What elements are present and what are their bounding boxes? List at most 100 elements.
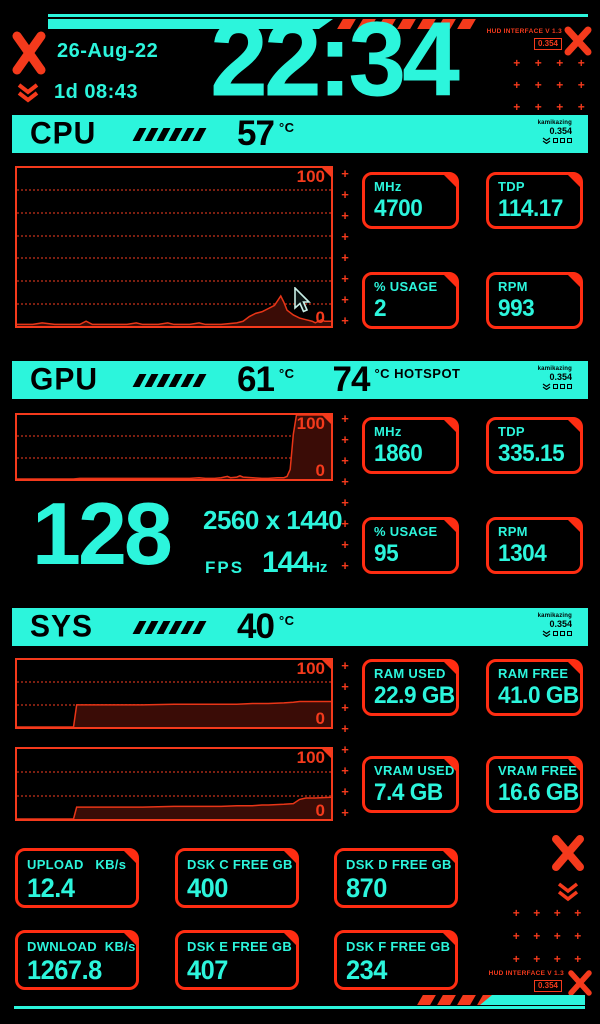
chevron-down-icon: [542, 383, 551, 390]
gpu-title: GPU: [30, 362, 108, 398]
y-axis-min: 0: [316, 711, 325, 727]
cpu-rpm-box: RPM 993: [486, 272, 583, 329]
stat-value: 16.6 GB: [498, 779, 575, 807]
x-icon: [12, 30, 46, 76]
x-icon: [564, 26, 592, 56]
micro-icons: [538, 630, 572, 637]
micro-version: 0.354: [538, 126, 572, 136]
square-icon: [567, 138, 572, 143]
plus-grid-decoration: ++++++++++++: [506, 58, 592, 112]
stat-value: 407: [187, 955, 289, 986]
micro-version-block: kamikazing 0.354: [538, 366, 572, 390]
corner-notch: [443, 519, 457, 533]
chevron-down-icon: [542, 630, 551, 637]
chevron-down-icon: [542, 137, 551, 144]
square-icon: [567, 384, 572, 389]
plus-column-decoration: ++++++++: [339, 168, 351, 327]
hud-version-badge: 0.354: [534, 980, 562, 992]
chevron-down-icon: [556, 881, 580, 903]
plus-grid-decoration: ++++++++++++: [506, 908, 588, 964]
sys-temperature: 40: [237, 607, 274, 647]
resolution-text: 2560 x 1440: [203, 505, 342, 536]
date-text: 26-Aug-22: [57, 40, 158, 63]
cpu-usage-box: % USAGE 2: [362, 272, 459, 329]
stripes-icon: [136, 621, 203, 634]
fps-value: 128: [32, 492, 170, 576]
ram-usage-graph: 100 0: [15, 658, 333, 729]
stat-label: DSK C FREE GB: [187, 857, 296, 872]
stat-label: DWNLOAD KB/s: [27, 939, 136, 954]
stat-value: 7.4 GB: [374, 779, 451, 807]
square-icon: [560, 138, 565, 143]
x-icon: [551, 834, 585, 872]
cpu-temperature: 57: [237, 114, 274, 154]
stat-value: 12.4: [27, 873, 129, 904]
stat-label: DSK E FREE GB: [187, 939, 296, 954]
ram-free-box: RAM FREE 41.0 GB: [486, 659, 583, 716]
fps-label: FPS: [205, 558, 244, 578]
corner-notch: [321, 659, 332, 670]
sys-title: SYS: [30, 609, 108, 645]
y-axis-min: 0: [316, 310, 325, 326]
corner-notch: [123, 850, 137, 864]
corner-notch: [443, 661, 457, 675]
hud-interface-label: HUD INTERFACE V 1.3: [489, 970, 564, 977]
micro-version: 0.354: [538, 372, 572, 382]
disk-d-box: DSK D FREE GB 870: [334, 848, 458, 908]
mouse-cursor: [293, 287, 313, 315]
vram-usage-graph: 100 0: [15, 747, 333, 821]
stripes-icon: [136, 128, 203, 141]
disk-c-box: DSK C FREE GB 400: [175, 848, 299, 908]
gpu-usage-graph: 100 0: [15, 413, 333, 481]
stat-label: DSK D FREE GB: [346, 857, 455, 872]
corner-notch: [123, 932, 137, 946]
cpu-usage-graph: 100 0: [15, 166, 333, 328]
gpu-section-header: GPU 61 °C 74 °C HOTSPOT kamikazing 0.354: [12, 361, 588, 399]
corner-notch: [442, 850, 456, 864]
micro-version-block: kamikazing 0.354: [538, 613, 572, 637]
stat-label: DSK F FREE GB: [346, 939, 455, 954]
gpu-temperature-unit: °C: [279, 366, 295, 381]
plus-column-decoration: ++++++++: [339, 660, 351, 819]
corner-notch: [321, 748, 332, 759]
corner-notch: [443, 758, 457, 772]
plus-column-decoration: ++++++++: [339, 413, 351, 572]
gpu-hotspot-temperature: 74: [333, 360, 370, 400]
stat-value: 1304: [498, 540, 575, 568]
corner-notch: [442, 932, 456, 946]
corner-notch: [283, 850, 297, 864]
cpu-title: CPU: [30, 116, 108, 152]
download-box: DWNLOAD KB/s 1267.8: [15, 930, 139, 990]
hud-interface-label: HUD INTERFACE V 1.3: [487, 28, 562, 35]
square-icon: [567, 631, 572, 636]
stat-value: 335.15: [498, 440, 575, 468]
chevron-down-icon: [16, 82, 40, 104]
stat-value: 4700: [374, 195, 451, 223]
vram-free-box: VRAM FREE 16.6 GB: [486, 756, 583, 813]
stat-value: 993: [498, 295, 575, 323]
corner-notch: [567, 274, 581, 288]
hud-overlay: 26-Aug-22 1d 08:43 22:34 HUD INTERFACE V…: [0, 0, 600, 1024]
sys-temperature-unit: °C: [279, 613, 295, 628]
square-icon: [553, 384, 558, 389]
stat-value: 2: [374, 295, 451, 323]
refresh-rate: 144Hz: [262, 546, 327, 580]
micro-version-block: kamikazing 0.354: [538, 120, 572, 144]
stripes-icon: [136, 374, 203, 387]
sys-section-header: SYS 40 °C kamikazing 0.354: [12, 608, 588, 646]
ram-used-box: RAM USED 22.9 GB: [362, 659, 459, 716]
corner-notch: [567, 661, 581, 675]
stat-value: 1860: [374, 440, 451, 468]
corner-notch: [567, 174, 581, 188]
bottom-accent-line: [14, 1006, 585, 1009]
gpu-hotspot-label: °C HOTSPOT: [374, 366, 460, 381]
corner-notch: [567, 519, 581, 533]
cpu-temperature-unit: °C: [279, 120, 295, 135]
square-icon: [553, 138, 558, 143]
hud-version-badge: 0.354: [534, 38, 562, 50]
stat-value: 114.17: [498, 195, 575, 223]
disk-f-box: DSK F FREE GB 234: [334, 930, 458, 990]
upload-box: UPLOAD KB/s 12.4: [15, 848, 139, 908]
stat-value: 870: [346, 873, 448, 904]
square-icon: [560, 631, 565, 636]
